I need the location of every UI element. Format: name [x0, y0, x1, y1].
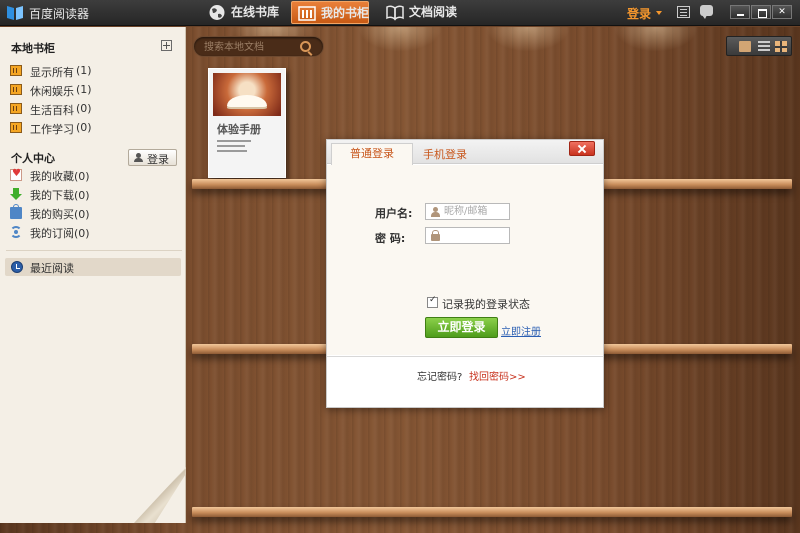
tab-my-shelf[interactable]: 我的书柜 — [291, 1, 369, 24]
sidebar-item-count: (0) — [76, 102, 92, 115]
search-box[interactable] — [193, 36, 324, 57]
chat-bubble-icon[interactable] — [700, 5, 713, 19]
username-field-box[interactable] — [425, 203, 510, 220]
book-cover-line — [217, 150, 247, 152]
book-cover-line — [217, 140, 251, 142]
dialog-header: 普通登录 手机登录 — [327, 140, 603, 165]
sidebar-item-label: 最近阅读 — [30, 262, 74, 275]
sidebar-item-label: 我的下载(0) — [30, 189, 90, 202]
window-close-button[interactable] — [772, 5, 792, 19]
local-library-title: 本地书柜 — [11, 42, 55, 55]
tab-phone-login[interactable]: 手机登录 — [423, 146, 467, 162]
sidebar: 本地书柜 显示所有 (1) 休闲娱乐 (1) 生活百科 (0) 工作学习 (0)… — [0, 27, 186, 523]
tab-online-store[interactable]: 在线书库 — [208, 1, 280, 24]
app-logo-icon — [7, 6, 23, 20]
category-icon — [10, 122, 22, 133]
sidebar-item-label: 我的收藏(0) — [30, 170, 90, 183]
chevron-down-icon[interactable] — [656, 11, 662, 15]
book-cover-line — [217, 145, 245, 147]
sidebar-item-count: (1) — [76, 83, 92, 96]
title-bar: 百度阅读器 在线书库 我的书柜 文档阅读 登录 — [0, 0, 800, 26]
page-curl-decoration — [134, 467, 186, 523]
bookshelf-icon — [298, 6, 316, 21]
sidebar-item-label: 工作学习 — [30, 123, 74, 136]
category-icon — [10, 84, 22, 95]
tab-my-shelf-label: 我的书柜 — [321, 6, 370, 20]
folder-view-icon[interactable] — [739, 41, 751, 52]
password-label: 密 码: — [375, 232, 406, 245]
shopping-bag-icon — [10, 204, 22, 219]
maximize-button[interactable] — [751, 5, 771, 19]
search-icon[interactable] — [300, 41, 311, 52]
password-field-box[interactable] — [425, 227, 510, 244]
sidebar-divider — [6, 250, 182, 251]
sidebar-item-label: 我的订阅(0) — [30, 227, 90, 240]
dialog-footer: 忘记密码? 找回密码>> — [327, 356, 603, 407]
register-link[interactable]: 立即注册 — [501, 323, 541, 338]
search-input[interactable] — [204, 40, 299, 54]
view-toggle-group — [726, 36, 792, 56]
open-book-icon — [386, 5, 404, 21]
sidebar-item-recent[interactable]: 最近阅读 — [5, 258, 181, 276]
tab-normal-login[interactable]: 普通登录 — [331, 143, 413, 165]
forgot-password-label: 忘记密码? — [417, 372, 463, 383]
user-icon — [430, 207, 440, 217]
app-title: 百度阅读器 — [29, 7, 90, 21]
category-icon — [10, 65, 22, 76]
category-icon — [10, 103, 22, 114]
recover-password-link[interactable]: 找回密码>> — [469, 368, 526, 383]
book-cover[interactable]: 体验手册 — [208, 68, 286, 178]
book-title: 体验手册 — [217, 123, 261, 136]
broadcast-icon — [10, 226, 22, 238]
sidebar-item-label: 生活百科 — [30, 104, 74, 117]
remember-login-checkbox[interactable] — [427, 295, 438, 308]
remember-login-label[interactable]: 记录我的登录状态 — [442, 296, 530, 312]
sidebar-item-label: 休闲娱乐 — [30, 85, 74, 98]
login-dialog: 普通登录 手机登录 用户名: 密 码: 记录我的登录状态 立即登录 立即注册 忘… — [326, 139, 604, 408]
download-arrow-icon — [10, 188, 22, 200]
minimize-button[interactable] — [730, 5, 750, 19]
personal-center-title: 个人中心 — [11, 152, 55, 165]
globe-icon — [209, 5, 225, 20]
username-input[interactable] — [444, 205, 508, 218]
lock-icon — [431, 230, 440, 241]
password-input[interactable] — [444, 229, 508, 242]
clock-icon — [11, 261, 23, 273]
dialog-close-button[interactable] — [569, 141, 595, 156]
sidebar-login-button[interactable]: 登录 — [128, 149, 177, 166]
book-cover-image — [213, 73, 281, 116]
tab-doc-reading[interactable]: 文档阅读 — [386, 1, 458, 24]
login-submit-button[interactable]: 立即登录 — [425, 317, 498, 338]
sidebar-item-count: (0) — [76, 121, 92, 134]
user-icon — [134, 153, 143, 162]
username-label: 用户名: — [375, 207, 413, 220]
list-view-icon[interactable] — [758, 41, 770, 52]
add-category-icon[interactable] — [161, 40, 172, 51]
menu-icon[interactable] — [677, 6, 690, 18]
top-login-link[interactable]: 登录 — [627, 5, 651, 22]
sidebar-item-label: 我的购买(0) — [30, 208, 90, 221]
shelf-board — [192, 507, 792, 517]
sidebar-login-label: 登录 — [147, 153, 169, 166]
tab-doc-reading-label: 文档阅读 — [409, 5, 458, 19]
tab-online-store-label: 在线书库 — [231, 5, 280, 19]
sidebar-item-label: 显示所有 — [30, 66, 74, 79]
dialog-body: 用户名: 密 码: 记录我的登录状态 立即登录 立即注册 — [327, 165, 603, 355]
heart-icon — [10, 168, 22, 181]
sidebar-item-count: (1) — [76, 64, 92, 77]
grid-view-icon[interactable] — [775, 41, 787, 52]
